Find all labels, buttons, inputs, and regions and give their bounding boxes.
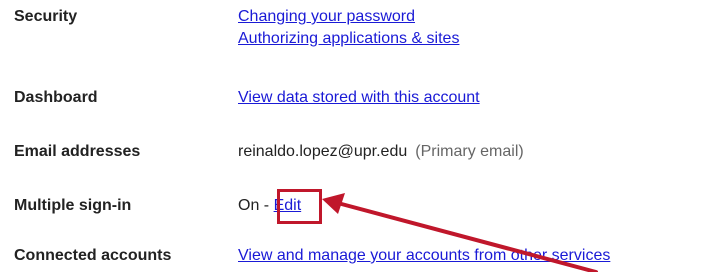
email-value: reinaldo.lopez@upr.edu (Primary email) bbox=[238, 141, 524, 163]
edit-highlight-box bbox=[277, 189, 322, 224]
primary-email-note: (Primary email) bbox=[415, 143, 524, 160]
multiple-signin-label: Multiple sign-in bbox=[14, 197, 132, 214]
email-label: Email addresses bbox=[14, 143, 141, 160]
arrow-head bbox=[322, 193, 345, 214]
connected-accounts-label: Connected accounts bbox=[14, 247, 172, 264]
status-separator: - bbox=[263, 197, 270, 214]
dashboard-label: Dashboard bbox=[14, 89, 98, 106]
authorizing-apps-link[interactable]: Authorizing applications & sites bbox=[238, 28, 459, 50]
connected-accounts-value: View and manage your accounts from other… bbox=[238, 245, 610, 267]
email-address: reinaldo.lopez@upr.edu bbox=[238, 143, 408, 160]
manage-connected-accounts-link[interactable]: View and manage your accounts from other… bbox=[238, 245, 610, 267]
multiple-signin-status: On bbox=[238, 197, 260, 214]
security-links: Changing your password Authorizing appli… bbox=[238, 6, 459, 50]
security-label: Security bbox=[14, 8, 78, 25]
view-stored-data-link[interactable]: View data stored with this account bbox=[238, 87, 480, 109]
dashboard-value: View data stored with this account bbox=[238, 87, 480, 109]
changing-password-link[interactable]: Changing your password bbox=[238, 6, 459, 28]
account-settings-panel: Security Changing your password Authoriz… bbox=[0, 0, 702, 272]
